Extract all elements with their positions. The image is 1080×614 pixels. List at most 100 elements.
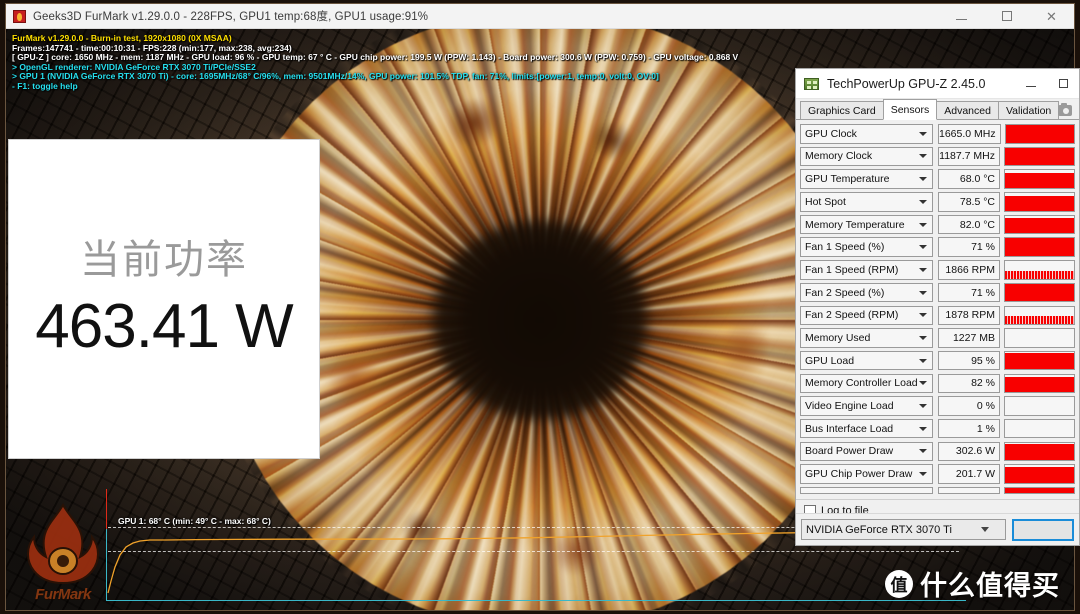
sparkline-fill: [1005, 488, 1074, 493]
power-meter-label: 当前功率: [80, 238, 248, 282]
chevron-down-icon: [919, 404, 927, 408]
sparkline-fill: [1005, 376, 1074, 393]
sparkline-fill: [1005, 125, 1074, 143]
sensor-value: 0 %: [938, 396, 1000, 416]
sensor-name-dropdown[interactable]: Memory Used: [800, 328, 933, 348]
sensor-name-label: Memory Used: [805, 331, 871, 344]
sparkline-fill: [1005, 352, 1074, 370]
sensor-name-label: Bus Interface Load: [805, 422, 894, 435]
sparkline-fill: [1005, 172, 1074, 188]
sensor-name-dropdown[interactable]: Bus Interface Load: [800, 418, 933, 439]
sensor-name-dropdown[interactable]: Memory Temperature: [800, 214, 933, 235]
power-meter-value: 463.41 W: [35, 292, 293, 361]
sensor-row: Memory Clock 1187.7 MHz: [800, 146, 1075, 167]
sensor-name-label: Video Engine Load: [805, 400, 894, 412]
sensor-name-dropdown[interactable]: Fan 2 Speed (RPM): [800, 305, 933, 325]
screenshot-camera-icon[interactable]: [1058, 103, 1072, 116]
sensor-name-label: GPU Temperature: [805, 173, 890, 186]
sparkline-fill: [1005, 195, 1074, 211]
sensor-name-dropdown[interactable]: [800, 487, 933, 494]
sensor-row: Board Power Draw 302.6 W: [800, 441, 1075, 462]
sensor-name-dropdown[interactable]: Memory Controller Load: [800, 373, 933, 394]
sensor-value: 1187.7 MHz: [938, 146, 1000, 167]
sensor-name-dropdown[interactable]: Hot Spot: [800, 192, 933, 212]
maximize-button[interactable]: [984, 4, 1029, 28]
chevron-down-icon: [919, 472, 927, 477]
sensor-value: 1227 MB: [938, 328, 1000, 348]
sensor-value: 78.5 °C: [938, 192, 1000, 212]
furmark-titlebar: Geeks3D FurMark v1.29.0.0 - 228FPS, GPU1…: [6, 4, 1074, 29]
sensor-name-label: Memory Temperature: [805, 218, 905, 231]
sensor-value: 302.6 W: [938, 441, 1000, 462]
tab-validation[interactable]: Validation: [997, 101, 1060, 119]
chevron-down-icon: [919, 131, 927, 136]
sensor-row: Hot Spot 78.5 °C: [800, 192, 1075, 212]
chevron-down-icon: [919, 449, 927, 454]
sensor-name-label: GPU Clock: [805, 127, 857, 140]
sensor-name-label: GPU Load: [805, 354, 855, 367]
chevron-down-icon: [919, 177, 927, 182]
sensor-row: Fan 1 Speed (%) 71 %: [800, 237, 1075, 257]
gpuz-maximize-button[interactable]: [1047, 69, 1079, 98]
sensor-name-label: Memory Controller Load: [805, 377, 918, 390]
overlay-line-gpu1: > GPU 1 (NVIDIA GeForce RTX 3070 Ti) - c…: [12, 71, 659, 82]
gpuz-close-button[interactable]: [1012, 518, 1074, 541]
sparkline-fill: [1005, 466, 1074, 483]
minimize-button[interactable]: [939, 4, 984, 28]
sensor-row-clipped: [800, 487, 1075, 494]
sensor-sparkline: [1004, 487, 1075, 494]
gpuz-tab-bar: Graphics Card Sensors Advanced Validatio…: [796, 99, 1079, 120]
chevron-down-icon: [919, 267, 927, 272]
sensor-name-dropdown[interactable]: Fan 1 Speed (RPM): [800, 260, 933, 280]
tab-advanced[interactable]: Advanced: [936, 101, 999, 119]
sensor-name-label: Board Power Draw: [805, 445, 894, 458]
sensor-name-label: Fan 1 Speed (%): [805, 241, 885, 254]
sensor-row: Bus Interface Load 1 %: [800, 418, 1075, 439]
gpuz-sensor-list: GPU Clock 1665.0 MHz Memory Clock 1187.7 MH…: [796, 120, 1079, 499]
gpuz-minimize-button[interactable]: [1015, 69, 1047, 98]
sensor-sparkline: [1004, 214, 1075, 235]
tab-graphics-card[interactable]: Graphics Card: [800, 101, 884, 119]
sensor-name-dropdown[interactable]: Video Engine Load: [800, 396, 933, 416]
tab-sensors[interactable]: Sensors: [882, 99, 938, 120]
sensor-name-dropdown[interactable]: GPU Clock: [800, 124, 933, 144]
power-meter-panel: 当前功率 463.41 W: [8, 139, 320, 459]
sensor-name-dropdown[interactable]: Memory Clock: [800, 146, 933, 167]
sensor-name-dropdown[interactable]: Board Power Draw: [800, 441, 933, 462]
sensor-name-dropdown[interactable]: Fan 2 Speed (%): [800, 282, 933, 303]
chevron-down-icon: [919, 245, 927, 250]
sensor-value: [938, 487, 1000, 494]
sensor-sparkline: [1004, 418, 1075, 439]
sensor-row: Fan 1 Speed (RPM) 1866 RPM: [800, 260, 1075, 280]
sparkline-fill: [1005, 283, 1074, 302]
sensor-value: 82.0 °C: [938, 214, 1000, 235]
sensor-name-label: Fan 2 Speed (RPM): [805, 309, 899, 322]
sensor-name-dropdown[interactable]: Fan 1 Speed (%): [800, 237, 933, 257]
sensor-name-dropdown[interactable]: GPU Chip Power Draw: [800, 464, 933, 484]
sensor-sparkline: [1004, 124, 1075, 144]
chevron-down-icon: [919, 313, 927, 318]
gpuz-titlebar: TechPowerUp GPU-Z 2.45.0: [796, 69, 1079, 99]
sensor-sparkline: [1004, 237, 1075, 257]
chevron-down-icon: [919, 222, 927, 227]
sensor-value: 1 %: [938, 418, 1000, 439]
furmark-logo-text: FurMark: [35, 586, 91, 603]
gpuz-window-title: TechPowerUp GPU-Z 2.45.0: [827, 76, 986, 91]
graph-gpu-label: GPU 1: 68° C (min: 49° C - max: 68° C): [118, 516, 271, 526]
watermark-badge: 值: [885, 569, 913, 598]
gpu-selector-dropdown[interactable]: NVIDIA GeForce RTX 3070 Ti: [801, 519, 1006, 540]
furmark-logo: FurMark: [20, 503, 106, 603]
sensor-row: GPU Load 95 %: [800, 350, 1075, 371]
sensor-row: GPU Temperature 68.0 °C: [800, 169, 1075, 189]
sensor-row: Memory Used 1227 MB: [800, 328, 1075, 348]
sensor-row: Fan 2 Speed (RPM) 1878 RPM: [800, 305, 1075, 325]
sensor-value: 1665.0 MHz: [938, 124, 1001, 144]
close-button[interactable]: ✕: [1029, 4, 1074, 28]
sparkline-fill: [1005, 147, 1074, 166]
sensor-row: Memory Temperature 82.0 °C: [800, 214, 1075, 235]
gpuz-window-controls: [1015, 69, 1079, 98]
sensor-name-dropdown[interactable]: GPU Temperature: [800, 169, 933, 189]
sensor-name-dropdown[interactable]: GPU Load: [800, 350, 933, 371]
sensor-sparkline: [1004, 305, 1075, 325]
furmark-app-icon: [13, 9, 26, 23]
